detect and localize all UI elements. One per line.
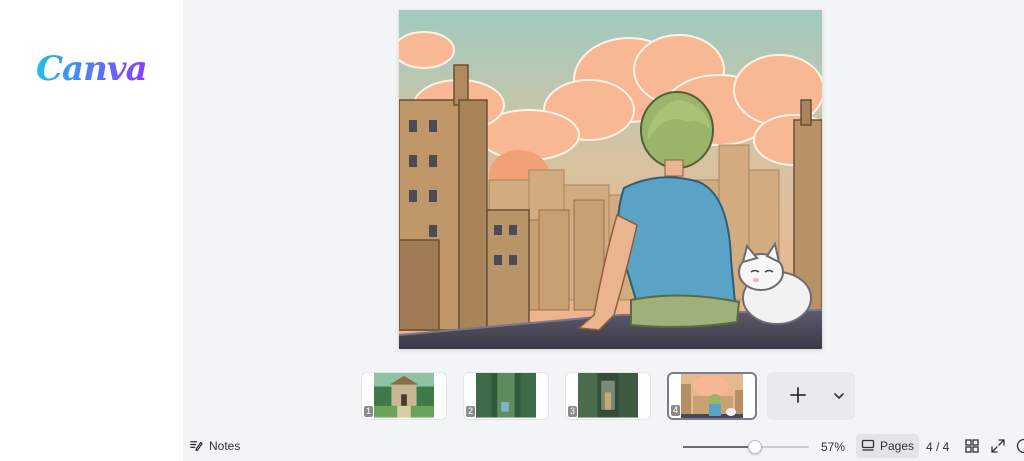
page-number: 1 xyxy=(364,406,374,417)
pages-button[interactable]: Pages xyxy=(856,434,919,458)
plus-icon[interactable] xyxy=(787,384,809,406)
page-thumbnail-3[interactable]: 3 xyxy=(565,372,651,420)
canva-logo[interactable]: Canva xyxy=(36,52,148,86)
notes-icon xyxy=(190,441,203,452)
pages-label: Pages xyxy=(879,439,915,453)
design-page-artboard[interactable] xyxy=(399,10,822,349)
notes-label: Notes xyxy=(209,438,241,453)
page-thumbnail-4[interactable]: 4 xyxy=(667,372,757,420)
thumbnail-image-overgrown-alley xyxy=(578,373,638,418)
page-thumbnail-2[interactable]: 2 xyxy=(463,372,549,420)
bottom-toolbar: Notes 57% Pages 4 / 4 xyxy=(183,432,1024,461)
pages-icon xyxy=(861,439,875,451)
page-counter: 4 / 4 xyxy=(926,440,950,454)
page-number: 2 xyxy=(466,406,476,417)
page-number: 3 xyxy=(568,406,578,417)
add-page-button[interactable] xyxy=(767,372,855,420)
zoom-percentage[interactable]: 57% xyxy=(821,440,845,454)
thumbnail-image-forest-building xyxy=(374,373,434,418)
fullscreen-icon[interactable] xyxy=(990,438,1006,454)
notes-button[interactable]: Notes xyxy=(189,438,240,453)
canva-editor: Canva 1 2 3 4 Notes 57% Pages 4 / 4 xyxy=(0,0,1024,461)
page-number: 4 xyxy=(671,405,681,416)
zoom-slider[interactable] xyxy=(683,440,809,454)
grid-view-icon[interactable] xyxy=(964,438,980,454)
left-panel: Canva xyxy=(0,0,183,461)
zoom-slider-fill xyxy=(683,446,755,448)
help-icon[interactable] xyxy=(1016,438,1024,454)
page-thumbnail-1[interactable]: 1 xyxy=(361,372,447,420)
chevron-down-icon[interactable] xyxy=(833,390,845,402)
thumbnail-image-green-alley xyxy=(476,373,536,418)
zoom-slider-knob[interactable] xyxy=(747,440,762,454)
thumbnail-image-rooftop-city xyxy=(681,374,743,418)
rooftop-illustration xyxy=(399,10,822,349)
